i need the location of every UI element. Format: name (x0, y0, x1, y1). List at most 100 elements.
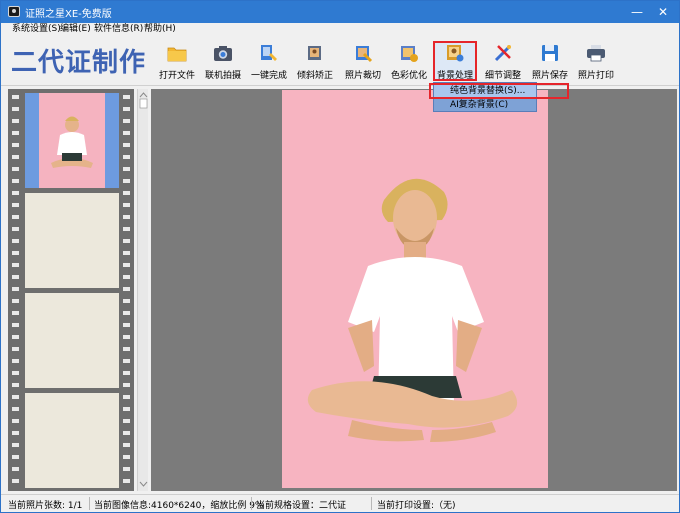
printer-icon (587, 45, 605, 62)
status-spec: 当前规格设置：二代证 (256, 501, 347, 511)
film-perforation (123, 347, 130, 351)
film-perforation (123, 467, 130, 471)
film-perforation (123, 395, 130, 399)
film-perforation (12, 191, 19, 195)
thumbnail-scrollbar[interactable] (137, 89, 148, 491)
film-perforation (123, 359, 130, 363)
film-perforation (12, 311, 19, 315)
menu-system-settings[interactable]: 系统设置(S) (12, 24, 61, 35)
thumbnail-frame-empty[interactable] (25, 193, 119, 288)
scroll-down-arrow-icon[interactable] (138, 479, 149, 489)
minimize-button[interactable]: — (627, 3, 647, 21)
film-perforation (123, 119, 130, 123)
film-perforation (12, 167, 19, 171)
film-perforation (123, 263, 130, 267)
status-print: 当前打印设置:（无) (377, 501, 456, 511)
status-image-info: 当前图像信息:4160*6240，缩放比例 9% (94, 501, 264, 511)
highlight-box (429, 83, 569, 99)
film-perforation (12, 215, 19, 219)
film-perforation (12, 347, 19, 351)
camera-capture-label: 联机拍摄 (204, 71, 241, 81)
film-perforation (12, 407, 19, 411)
status-photo-count: 当前照片张数: 1/1 (8, 501, 83, 511)
film-perforation (12, 131, 19, 135)
main-photo[interactable] (282, 90, 548, 488)
film-perforation (123, 203, 130, 207)
status-divider (89, 497, 90, 510)
person-photo-image (282, 90, 548, 488)
film-perforation (123, 311, 130, 315)
film-perforation (123, 167, 130, 171)
photo-crop-label: 照片裁切 (344, 71, 381, 81)
film-perforation (12, 107, 19, 111)
scroll-up-arrow-icon[interactable] (138, 89, 149, 109)
film-perforation (12, 119, 19, 123)
film-perforation (12, 455, 19, 459)
film-perforation (123, 215, 130, 219)
window-title: 证照之星XE-免费版 (25, 9, 112, 20)
tilt-correct-button[interactable]: 倾斜矫正 (293, 41, 337, 81)
film-perforation (12, 431, 19, 435)
menu-software-info[interactable]: 软件信息(R) (94, 24, 143, 35)
photo-save-button[interactable]: 照片保存 (528, 41, 572, 81)
tilt-correct-label: 倾斜矫正 (296, 71, 333, 81)
film-perforation (12, 479, 19, 483)
app-window: 证照之星XE-免费版 — ✕ 系统设置(S) 编辑(E) 软件信息(R) 帮助(… (0, 0, 680, 513)
folder-icon (167, 47, 187, 62)
film-perforation (12, 467, 19, 471)
film-perforation (123, 431, 130, 435)
film-perforation (123, 299, 130, 303)
thumbnail-frame-selected[interactable] (25, 93, 119, 188)
film-perforation (12, 443, 19, 447)
background-process-label: 背景处理 (436, 71, 473, 81)
status-divider (251, 497, 252, 510)
toolbar: 二代证制作 打开文件 联机拍摄 一键完成 倾斜矫正 照片裁切 色彩优化 背景处理… (1, 36, 679, 86)
film-perforation (123, 107, 130, 111)
film-perforation (123, 443, 130, 447)
film-perforation (123, 383, 130, 387)
film-perforation (123, 95, 130, 99)
film-perforation (12, 143, 19, 147)
photo-crop-button[interactable]: 照片裁切 (341, 41, 385, 81)
background-process-button[interactable]: 背景处理 (433, 41, 477, 81)
one-click-label: 一键完成 (250, 71, 287, 81)
film-perforation (123, 455, 130, 459)
open-file-button[interactable]: 打开文件 (155, 41, 199, 81)
film-perforation (12, 287, 19, 291)
film-perforation (123, 371, 130, 375)
film-perforation (123, 407, 130, 411)
film-perforation (123, 179, 130, 183)
app-camera-icon (8, 6, 20, 17)
brand-title: 二代证制作 (11, 48, 147, 78)
camera-capture-button[interactable]: 联机拍摄 (201, 41, 245, 81)
film-perforation (12, 383, 19, 387)
film-perforation (12, 239, 19, 243)
rotate-icon (308, 46, 321, 60)
photo-print-button[interactable]: 照片打印 (574, 41, 618, 81)
menu-edit[interactable]: 编辑(E) (60, 24, 91, 35)
thumbnail-person-image (39, 93, 105, 188)
brush-icon (494, 45, 511, 62)
detail-adjust-button[interactable]: 细节调整 (481, 41, 525, 81)
color-optimize-button[interactable]: 色彩优化 (387, 41, 431, 81)
color-icon (401, 46, 418, 62)
status-divider (371, 497, 372, 510)
open-file-label: 打开文件 (158, 71, 195, 81)
menu-item-ai-background[interactable]: AI复杂背景(C) (434, 98, 536, 112)
crop-icon (356, 46, 373, 63)
title-bar: 证照之星XE-免费版 — ✕ (1, 1, 679, 23)
film-perforation (12, 95, 19, 99)
magic-icon (261, 45, 277, 61)
film-perforation (123, 323, 130, 327)
thumbnail-frame-empty[interactable] (25, 293, 119, 388)
thumbnail-frame-empty[interactable] (25, 393, 119, 488)
thumbnail-strip (8, 89, 134, 491)
film-perforation (12, 203, 19, 207)
menu-help[interactable]: 帮助(H) (144, 24, 176, 35)
film-perforation (12, 335, 19, 339)
close-button[interactable]: ✕ (653, 3, 673, 21)
film-perforation (123, 143, 130, 147)
status-bar: 当前照片张数: 1/1 当前图像信息:4160*6240，缩放比例 9% 当前规… (1, 494, 679, 512)
one-click-button[interactable]: 一键完成 (247, 41, 291, 81)
film-perforation (123, 335, 130, 339)
